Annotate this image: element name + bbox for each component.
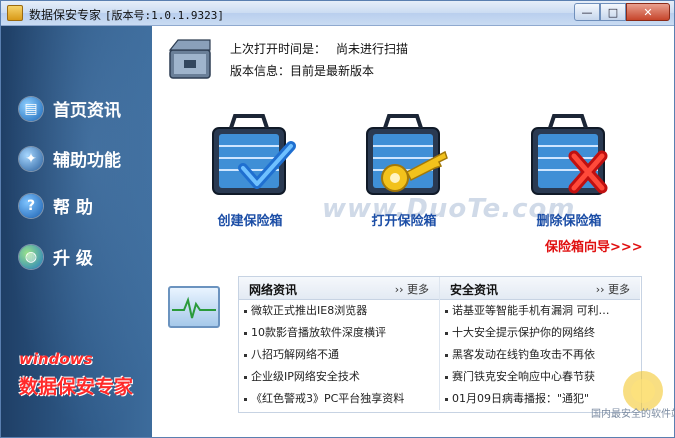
open-safe-button[interactable]: 打开保险箱 <box>349 106 459 229</box>
minimize-button[interactable]: — <box>574 3 600 21</box>
list-item[interactable]: 十大安全提示保护你的网络终 <box>440 322 640 344</box>
sidebar-item-label: 辅助功能 <box>53 151 121 171</box>
sidebar-item-label: 升 级 <box>53 249 93 269</box>
network-news-more-link[interactable]: ›› 更多 <box>395 281 429 297</box>
security-news-title: 安全资讯 <box>450 283 499 297</box>
network-news-header: 网络资讯 ›› 更多 <box>239 277 439 300</box>
version-info: 版本信息：目前是最新版本 <box>230 62 374 79</box>
sidebar-item-aux-functions[interactable]: ✦ 辅助功能 <box>19 146 121 171</box>
last-open-label: 上次打开时间是： <box>230 42 327 56</box>
window-title: 数据保安专家 [版本号:1.0.1.9323] <box>29 6 224 23</box>
main-panel: 上次打开时间是： 尚未进行扫描 版本信息：目前是最新版本 www.DuoTe.co… <box>152 26 674 437</box>
list-item[interactable]: 10款影音播放软件深度横评 <box>239 322 439 344</box>
network-news-title: 网络资讯 <box>249 283 298 297</box>
create-safe-button[interactable]: 创建保险箱 <box>195 106 305 229</box>
delete-safe-button[interactable]: 删除保险箱 <box>514 106 624 229</box>
create-safe-label: 创建保险箱 <box>217 214 283 229</box>
safe-box-icon <box>168 39 211 79</box>
network-news-list: 微软正式推出IE8浏览器 10款影音播放软件深度横评 八招巧解网络不通 企业级I… <box>239 300 439 410</box>
last-open-value: 尚未进行扫描 <box>336 42 409 56</box>
open-safe-icon <box>366 114 448 195</box>
sidebar-item-help[interactable]: ? 帮 助 <box>19 193 93 218</box>
doc-globe-icon: ▤ <box>19 96 43 121</box>
safe-wizard-link[interactable]: 保险箱向导>>> <box>545 236 643 255</box>
last-open-info: 上次打开时间是： 尚未进行扫描 <box>230 40 408 57</box>
list-item[interactable]: 八招巧解网络不通 <box>239 344 439 366</box>
help-icon: ? <box>19 193 43 218</box>
brand-product-name: 数据保安专家 <box>19 376 134 398</box>
sidebar-item-upgrade[interactable]: ◍ 升 级 <box>19 244 93 269</box>
satellite-icon: ✦ <box>19 146 43 171</box>
version-number: [版本号:1.0.1.9323] <box>104 9 224 22</box>
maximize-button[interactable]: □ <box>600 3 626 21</box>
sidebar-item-home-news[interactable]: ▤ 首页资讯 <box>19 96 121 121</box>
security-news-header: 安全资讯 ›› 更多 <box>440 277 640 300</box>
open-safe-label: 打开保险箱 <box>371 214 437 229</box>
sidebar-item-label: 首页资讯 <box>53 101 121 121</box>
globe-icon: ◍ <box>19 244 43 269</box>
sidebar-item-label: 帮 助 <box>53 198 93 218</box>
app-name: 数据保安专家 <box>29 8 102 22</box>
close-button[interactable]: ✕ <box>626 3 670 21</box>
window-controls: — □ ✕ <box>574 3 670 21</box>
version-label: 版本信息： <box>230 64 291 78</box>
title-bar[interactable]: 数据保安专家 [版本号:1.0.1.9323] — □ ✕ <box>1 1 674 26</box>
sidebar: ▤ 首页资讯 ✦ 辅助功能 ? 帮 助 ◍ 升 级 windows 数据保安专家 <box>1 26 152 437</box>
create-safe-icon <box>212 114 296 195</box>
version-value: 目前是最新版本 <box>290 64 375 78</box>
security-news-more-link[interactable]: ›› 更多 <box>596 281 630 297</box>
delete-safe-label: 删除保险箱 <box>536 214 602 229</box>
monitor-icon <box>168 286 220 328</box>
list-item[interactable]: 企业级IP网络安全技术 <box>239 366 439 388</box>
news-panels: 网络资讯 ›› 更多 微软正式推出IE8浏览器 10款影音播放软件深度横评 八招… <box>238 276 642 413</box>
app-icon <box>7 5 23 21</box>
corner-slogan: 国内最安全的软件站 <box>591 409 675 420</box>
network-news-panel: 网络资讯 ›› 更多 微软正式推出IE8浏览器 10款影音播放软件深度横评 八招… <box>239 277 439 410</box>
list-item[interactable]: 《红色警戒3》PC平台独享资料 <box>239 388 439 410</box>
app-window: 数据保安专家 [版本号:1.0.1.9323] — □ ✕ ▤ 首页资讯 ✦ 辅… <box>0 0 675 438</box>
list-item[interactable]: 诺基亚等智能手机有漏洞 可利… <box>440 300 640 322</box>
brand-windows: windows <box>19 350 93 368</box>
delete-safe-icon <box>531 114 608 195</box>
list-item[interactable]: 微软正式推出IE8浏览器 <box>239 300 439 322</box>
